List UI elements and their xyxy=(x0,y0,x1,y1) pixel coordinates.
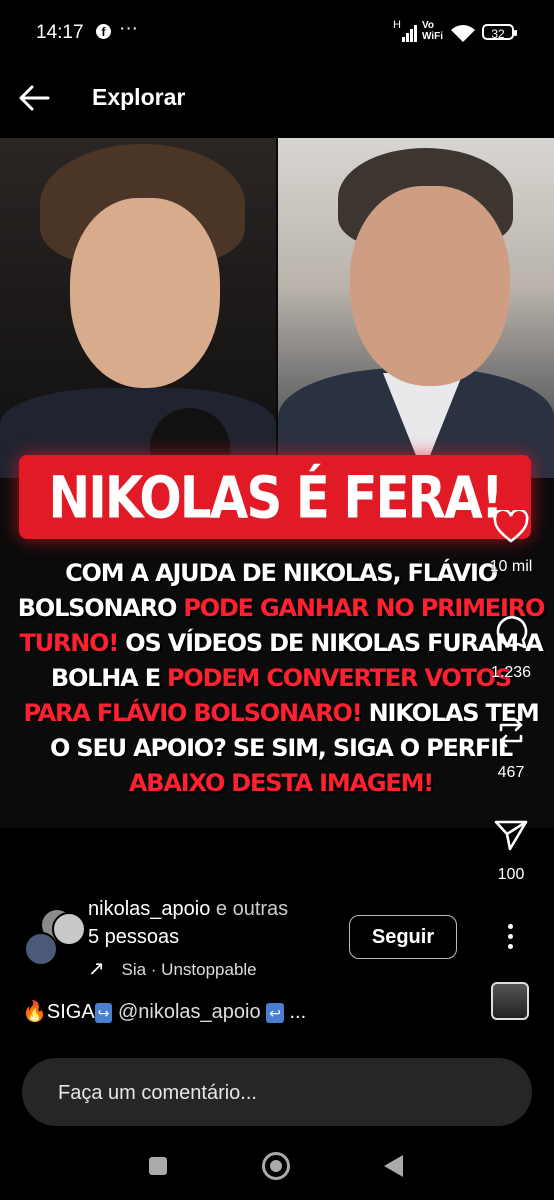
more-options-icon[interactable] xyxy=(498,924,522,952)
body-seg: BOLSONARO xyxy=(17,594,184,622)
repost-count: 467 xyxy=(497,764,525,781)
caption-more[interactable]: ... xyxy=(289,1001,306,1023)
repost-button[interactable]: 467 xyxy=(480,716,542,782)
battery-indicator: 32 xyxy=(482,24,517,41)
return-arrow-icon: ↪ xyxy=(94,1003,113,1023)
author-others: e outras xyxy=(215,898,289,920)
share-count: 100 xyxy=(497,866,525,883)
facebook-icon: f xyxy=(96,24,111,39)
caption-prefix: 🔥SIGA xyxy=(22,1001,95,1023)
share-button[interactable]: 100 xyxy=(480,818,542,884)
status-more: ··· xyxy=(119,18,138,39)
arrow-left-icon[interactable] xyxy=(16,80,52,116)
avatar-group[interactable] xyxy=(22,908,86,966)
vowifi-indicator: Vo WiFi xyxy=(422,20,443,42)
author-row: nikolas_apoio e outras 5 pessoas ↗ Sia ·… xyxy=(0,896,554,980)
body-seg: COM A AJUDA DE NIKOLAS, FLÁVIO xyxy=(65,559,498,587)
comment-bubble-icon xyxy=(496,616,528,649)
return-arrow-icon: ↩ xyxy=(266,1003,284,1023)
like-button[interactable]: 10 mil xyxy=(480,510,542,576)
post-headline: NIKOLAS É FERA! xyxy=(48,464,503,532)
signal-bars-icon xyxy=(402,25,417,42)
audio-thumbnail[interactable] xyxy=(491,982,529,1020)
recent-apps-icon[interactable] xyxy=(149,1157,167,1175)
comment-box[interactable] xyxy=(22,1058,532,1126)
author-username[interactable]: nikolas_apoio xyxy=(88,898,210,920)
follow-button[interactable]: Seguir xyxy=(349,915,457,959)
post-body-text: COM A AJUDA DE NIKOLAS, FLÁVIO BOLSONARO… xyxy=(16,556,546,801)
system-nav-bar xyxy=(0,1130,554,1200)
wifi-icon xyxy=(451,25,475,42)
heart-icon xyxy=(493,510,529,543)
paper-plane-icon xyxy=(494,820,528,851)
signal-type: H xyxy=(393,19,401,31)
arrow-up-right-icon: ↗ xyxy=(88,958,105,980)
author-people[interactable]: 5 pessoas xyxy=(88,926,179,949)
comment-button[interactable]: 1.236 xyxy=(480,614,542,682)
post-caption[interactable]: 🔥SIGA ↪ @nikolas_apoio ↩ ... xyxy=(22,999,306,1024)
home-icon[interactable] xyxy=(262,1152,290,1180)
page-title: Explorar xyxy=(92,84,186,110)
top-bar: Explorar xyxy=(0,72,554,122)
back-triangle-icon[interactable] xyxy=(384,1155,403,1177)
author-line[interactable]: nikolas_apoio e outras xyxy=(88,898,288,921)
caption-mention[interactable]: @nikolas_apoio xyxy=(118,1001,261,1023)
music-line[interactable]: ↗ Sia · Unstoppable xyxy=(88,956,257,981)
post-image[interactable]: NIKOLAS É FERA! COM A AJUDA DE NIKOLAS, … xyxy=(0,138,554,828)
comment-input[interactable] xyxy=(56,1076,500,1110)
avatar xyxy=(52,912,86,946)
comment-count: 1.236 xyxy=(490,664,532,681)
like-count: 10 mil xyxy=(489,558,533,575)
photo-nikolas xyxy=(0,138,276,488)
music-title: Sia · Unstoppable xyxy=(121,960,257,979)
photo-flavio xyxy=(278,138,554,478)
status-time: 14:17 xyxy=(36,22,84,43)
repost-icon xyxy=(499,718,523,748)
status-bar: 14:17 f ··· H Vo WiFi 32 xyxy=(0,0,554,70)
vowifi-line1: Vo xyxy=(422,20,435,31)
avatar xyxy=(24,932,58,966)
body-seg-red: ABAIXO DESTA IMAGEM! xyxy=(128,769,434,797)
vowifi-line2: WiFi xyxy=(422,31,444,42)
